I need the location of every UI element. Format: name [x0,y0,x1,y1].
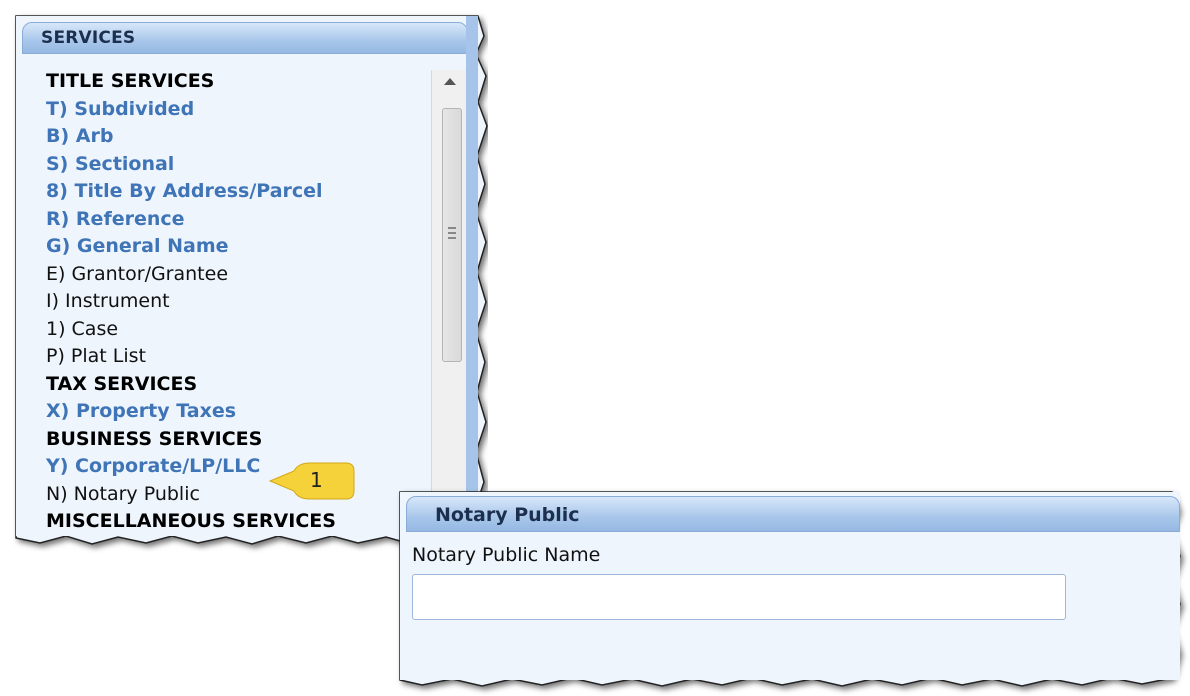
step-callout: 1 [266,461,356,501]
services-scrollbar[interactable] [431,70,470,530]
notary-public-panel: Notary Public Notary Public Name [392,482,1190,696]
scroll-up-arrow-icon[interactable] [444,78,456,85]
notary-header: Notary Public [406,496,1180,532]
service-link-g-general-name[interactable]: G) General Name [46,233,426,261]
section-heading-miscellaneous-services: MISCELLANEOUS SERVICES [46,510,336,532]
service-link-y-corporate-lp-llc[interactable]: Y) Corporate/LP/LLC [46,453,426,481]
service-link-r-reference[interactable]: R) Reference [46,206,426,234]
panel-divider [466,16,478,536]
service-link-t-subdivided[interactable]: T) Subdivided [46,96,426,124]
notary-name-input[interactable] [412,574,1066,620]
notary-name-label: Notary Public Name [412,544,601,566]
services-header: SERVICES [22,22,468,54]
service-link-1-case[interactable]: 1) Case [46,316,426,344]
service-link-p-plat-list[interactable]: P) Plat List [46,343,426,371]
section-heading-business-services: BUSINESS SERVICES [46,427,263,450]
service-link-x-property-taxes[interactable]: X) Property Taxes [46,398,426,426]
scroll-thumb[interactable] [442,108,462,362]
services-list: TITLE SERVICES T) Subdivided B) Arb S) Sect… [46,68,426,536]
service-link-s-sectional[interactable]: S) Sectional [46,151,426,179]
services-panel-body: SERVICES TITLE SERVICES T) Subdivided B) A… [16,16,478,536]
services-title: SERVICES [41,28,136,48]
section-heading-tax-services: TAX SERVICES [46,372,198,395]
section-heading-title-services: TITLE SERVICES [46,70,215,92]
services-panel: SERVICES TITLE SERVICES T) Subdivided B) A… [6,6,488,554]
service-link-8-title-by-address-parcel[interactable]: 8) Title By Address/Parcel [46,178,426,206]
notary-title: Notary Public [435,504,580,526]
service-link-b-arb[interactable]: B) Arb [46,123,426,151]
grip-icon [448,227,456,239]
notary-panel-body: Notary Public Notary Public Name [400,492,1180,680]
service-link-i-instrument[interactable]: I) Instrument [46,288,426,316]
service-link-e-grantor-grantee[interactable]: E) Grantor/Grantee [46,261,426,289]
callout-number: 1 [310,468,323,492]
service-link-n-notary-public[interactable]: N) Notary Public [46,481,426,509]
